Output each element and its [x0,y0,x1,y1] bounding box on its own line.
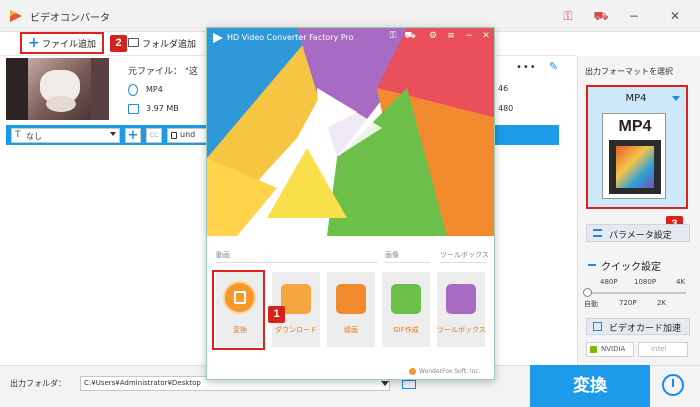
app-logo-icon [10,10,22,22]
gpu-acceleration-button[interactable]: ビデオカード加速 [586,318,690,335]
wonderfox-logo-icon [409,368,416,375]
nvidia-label: NVIDIA [601,345,626,353]
gif-tile[interactable]: GIF作成 [382,272,430,347]
quality-slider-handle[interactable] [583,288,592,297]
subtitle-select[interactable]: T なし [11,128,120,143]
highlight-convert-tile [212,270,265,350]
quality-label-480p: 480P [600,278,618,286]
audio-track-select[interactable]: und [167,128,207,143]
add-file-label: ファイル追加 [42,40,97,50]
minimize-button[interactable]: − [463,31,475,41]
output-value-2: 480 [498,104,514,113]
dropdown-arrow-icon [672,96,680,101]
toolbox-icon [446,284,476,314]
mp4-icon-text: MP4 [618,118,652,135]
more-menu-icon[interactable]: ••• [516,62,537,73]
audio-track-value: und [180,130,196,139]
add-file-button[interactable]: + ファイル追加 [20,32,104,54]
quality-slider[interactable] [586,292,686,294]
output-format-selector[interactable]: MP4 MP4 [586,85,688,209]
quick-setting-label: クイック設定 [601,262,661,273]
quality-label-2k: 2K [657,299,667,307]
gif-icon [391,284,421,314]
nvidia-logo-icon [590,346,597,353]
output-value-1: 46 [498,84,509,93]
alarm-clock-icon[interactable] [662,374,684,396]
key-icon[interactable]: ⚿ [559,7,577,25]
section-toolbox-label: ツールボックス [440,251,489,259]
mp4-format-icon: MP4 [602,113,666,199]
output-folder-label: 出力フォルダ： [10,379,66,388]
brand-label: WonderFox Soft, Inc. [419,368,481,375]
cc-button[interactable]: CC [146,128,162,143]
subtitle-value: なし [26,132,42,141]
quality-label-auto: 自動 [584,300,598,308]
minimize-button[interactable]: − [625,7,643,25]
download-tile-label: ダウンロード [275,326,317,334]
output-format-label: 出力フォーマットを選択 [585,67,673,76]
chevron-down-icon [110,132,116,136]
parameter-settings-button[interactable]: パラメータ設定 [586,224,690,242]
quality-label-720p: 720P [619,299,637,307]
divider [440,262,487,263]
edit-icon[interactable]: ✎ [549,60,558,73]
quick-setting-icon [588,264,596,266]
folder-icon [128,38,139,47]
speaker-icon [171,132,177,139]
key-icon[interactable]: ⚿ [387,31,399,41]
subtitle-icon: T [15,130,21,140]
close-button[interactable]: ✕ [666,7,684,25]
quality-label-4k: 4K [676,278,686,286]
record-tile[interactable]: 録画 [327,272,375,347]
close-button[interactable]: ✕ [480,31,492,41]
source-size: 3.97 MB [146,104,179,113]
video-thumbnail[interactable] [6,58,109,120]
gif-tile-label: GIF作成 [393,326,419,334]
selected-format: MP4 [625,93,647,104]
gpu-acceleration-label: ビデオカード加速 [609,324,682,334]
toolbox-tile-label: ツールボックス [437,326,486,334]
cart-icon[interactable]: ⛟ [404,31,416,42]
launcher-title: HD Video Converter Factory Pro [227,33,354,42]
step-badge-1: 1 [268,306,285,323]
chevron-down-icon[interactable] [381,381,389,386]
record-icon [336,284,366,314]
intel-toggle[interactable]: intel [638,342,688,357]
divider [385,262,430,263]
source-format: MP4 [146,85,163,94]
source-file-label: 元ファイル： "这 [128,67,199,77]
folder-size-icon [128,104,139,114]
toolbox-tile[interactable]: ツールボックス [437,272,486,347]
parameter-settings-label: パラメータ設定 [609,231,672,241]
section-image-label: 画像 [385,251,399,259]
download-icon [281,284,311,314]
format-icon [128,84,138,96]
plus-icon: + [28,35,40,51]
add-subtitle-button[interactable]: + [125,128,141,143]
intel-label: intel [651,345,667,353]
sliders-icon [593,229,602,237]
quality-label-1080p: 1080P [634,278,657,286]
convert-button[interactable]: 変換 [530,365,650,407]
step-badge-2: 2 [110,35,127,52]
menu-icon[interactable]: ≡ [445,31,457,41]
record-tile-label: 録画 [344,326,358,334]
divider [216,262,378,263]
launcher-logo-icon [213,33,223,43]
settings-icon[interactable]: ⚙ [427,31,439,41]
cart-icon[interactable]: ⛟ [592,7,610,25]
chip-icon [593,322,602,331]
add-folder-label: フォルダ追加 [142,40,197,50]
section-video-label: 動画 [216,251,230,259]
launcher-banner [207,28,494,236]
nvidia-toggle[interactable]: NVIDIA [586,342,634,357]
window-title: ビデオコンバータ [30,13,110,24]
